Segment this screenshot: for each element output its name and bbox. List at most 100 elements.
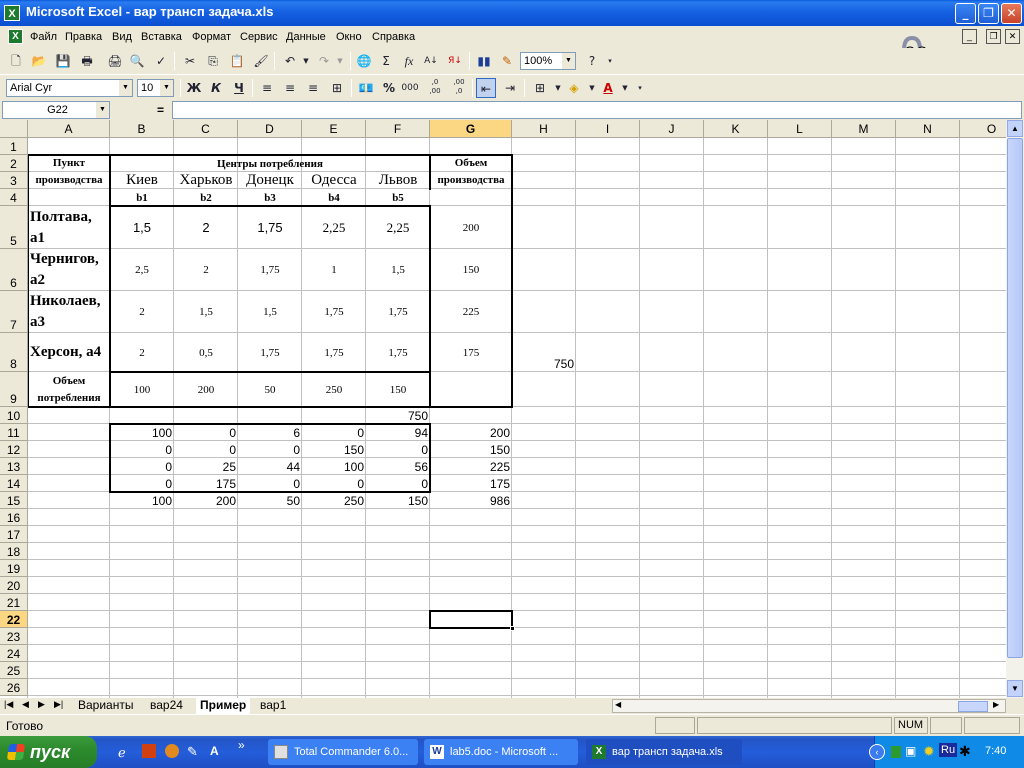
scroll-right-icon[interactable]: ▶: [993, 700, 999, 709]
prev-sheet-icon[interactable]: ◀: [22, 699, 29, 710]
scroll-up-icon[interactable]: ▲: [1007, 120, 1023, 137]
sheet-tab-example[interactable]: Пример: [196, 698, 251, 714]
row-header[interactable]: 18: [0, 543, 28, 560]
scroll-down-icon[interactable]: ▼: [1007, 680, 1023, 697]
sheet-tab-var24[interactable]: вар24: [150, 698, 183, 714]
font-size-combo[interactable]: 10 ▼: [137, 79, 174, 97]
row-header[interactable]: 13: [0, 458, 28, 475]
zoom-combo[interactable]: 100% ▼: [520, 52, 576, 70]
sheet-tab-variants[interactable]: Варианты: [78, 698, 133, 714]
adobe-icon[interactable]: A: [210, 744, 219, 758]
menu-file[interactable]: Файл: [30, 31, 57, 43]
column-header[interactable]: K: [704, 120, 768, 138]
chevron-down-icon[interactable]: ▼: [96, 102, 109, 118]
open-icon[interactable]: 📂: [29, 51, 49, 71]
hyperlink-icon[interactable]: 🌐: [354, 51, 374, 71]
row-header[interactable]: 12: [0, 441, 28, 458]
row-header[interactable]: 7: [0, 291, 28, 333]
percent-button[interactable]: %: [379, 78, 399, 98]
menu-insert[interactable]: Вставка: [141, 31, 182, 43]
row-header[interactable]: 1: [0, 138, 28, 155]
autosum-icon[interactable]: Σ: [376, 51, 396, 71]
app-icon[interactable]: [165, 744, 179, 758]
spelling-icon[interactable]: ✓: [151, 51, 171, 71]
sheet-tab-var1[interactable]: вар1: [260, 698, 286, 714]
tray-bug-icon[interactable]: ✱: [959, 743, 971, 760]
row-header[interactable]: 10: [0, 407, 28, 424]
column-header[interactable]: I: [576, 120, 640, 138]
pen-icon[interactable]: ✎: [187, 744, 198, 760]
quicklaunch-more-icon[interactable]: »: [238, 738, 245, 752]
chevron-down-icon[interactable]: ▼: [160, 80, 173, 96]
sort-descending-icon[interactable]: Я↓: [445, 51, 465, 71]
copy-icon[interactable]: ⎘: [203, 51, 223, 71]
row-header[interactable]: 24: [0, 645, 28, 662]
menu-window[interactable]: Окно: [336, 31, 362, 43]
increase-indent-icon[interactable]: ⇥: [500, 78, 520, 98]
print-icon[interactable]: 🖶: [77, 51, 97, 71]
row-header[interactable]: 26: [0, 679, 28, 696]
chevron-down-icon[interactable]: ▼: [562, 53, 575, 69]
row-header[interactable]: 6: [0, 249, 28, 291]
thousands-button[interactable]: 000: [400, 78, 420, 98]
start-button[interactable]: пуск: [0, 736, 97, 768]
align-center-icon[interactable]: ≡: [280, 78, 300, 98]
underline-button[interactable]: Ч: [229, 78, 249, 98]
scroll-thumb[interactable]: [1007, 138, 1023, 658]
column-header[interactable]: J: [640, 120, 704, 138]
menu-data[interactable]: Данные: [286, 31, 326, 43]
drawing-icon[interactable]: ✎: [497, 51, 517, 71]
column-header[interactable]: N: [896, 120, 960, 138]
column-header[interactable]: E: [302, 120, 366, 138]
menu-help[interactable]: Справка: [372, 31, 415, 43]
row-header[interactable]: 3: [0, 172, 28, 189]
row-header[interactable]: 23: [0, 628, 28, 645]
new-icon[interactable]: 🗋: [6, 51, 26, 71]
task-total-commander[interactable]: Total Commander 6.0...: [268, 739, 418, 765]
restore-button[interactable]: ❐: [978, 3, 999, 24]
workbook-minimize-button[interactable]: _: [962, 29, 977, 44]
excel-icon[interactable]: X: [4, 5, 20, 21]
paste-icon[interactable]: 📋: [227, 51, 247, 71]
borders-icon[interactable]: ⊞: [530, 78, 550, 98]
last-sheet-icon[interactable]: ▶|: [54, 699, 63, 710]
ie-icon[interactable]: ℯ: [118, 745, 126, 761]
first-sheet-icon[interactable]: |◀: [4, 699, 13, 710]
column-header[interactable]: F: [366, 120, 430, 138]
decrease-decimal-button[interactable]: ,00 ,0: [449, 78, 469, 98]
currency-icon[interactable]: 💶: [356, 78, 376, 98]
row-header[interactable]: 8: [0, 333, 28, 372]
row-header[interactable]: 11: [0, 424, 28, 441]
cut-icon[interactable]: ✂: [180, 51, 200, 71]
column-header[interactable]: D: [238, 120, 302, 138]
menu-view[interactable]: Вид: [112, 31, 132, 43]
merge-center-icon[interactable]: ⊞: [327, 78, 347, 98]
worksheet-grid[interactable]: Пункт производства Центры потребления Объе…: [0, 120, 1006, 698]
column-header[interactable]: C: [174, 120, 238, 138]
row-header[interactable]: 20: [0, 577, 28, 594]
row-header[interactable]: 2: [0, 155, 28, 172]
print-preview-icon[interactable]: 🖨: [105, 51, 125, 71]
preview-icon[interactable]: 🔍: [127, 51, 147, 71]
horizontal-scrollbar[interactable]: ◀ ▶: [612, 699, 1006, 713]
menu-tools[interactable]: Сервис: [240, 31, 278, 43]
fill-color-icon[interactable]: ◈: [564, 78, 584, 98]
vertical-scrollbar[interactable]: ▲ ▼: [1006, 120, 1024, 698]
row-header[interactable]: 22: [0, 611, 28, 628]
column-header[interactable]: B: [110, 120, 174, 138]
italic-button[interactable]: К: [206, 78, 226, 98]
row-header[interactable]: 19: [0, 560, 28, 577]
help-icon[interactable]: ?: [582, 51, 602, 71]
row-header[interactable]: 25: [0, 662, 28, 679]
workbook-restore-button[interactable]: ❐: [986, 29, 1001, 44]
workbook-icon[interactable]: X: [8, 29, 23, 44]
sort-ascending-icon[interactable]: A↓: [421, 51, 441, 71]
row-header[interactable]: 5: [0, 206, 28, 249]
close-button[interactable]: ✕: [1001, 3, 1022, 24]
selected-cell-g22[interactable]: [429, 610, 513, 629]
name-box[interactable]: G22 ▼: [2, 101, 110, 119]
workbook-close-button[interactable]: ✕: [1005, 29, 1020, 44]
column-header[interactable]: G: [430, 120, 512, 138]
increase-decimal-button[interactable]: ,0 ,00: [425, 78, 445, 98]
language-indicator[interactable]: Ru: [939, 743, 958, 757]
